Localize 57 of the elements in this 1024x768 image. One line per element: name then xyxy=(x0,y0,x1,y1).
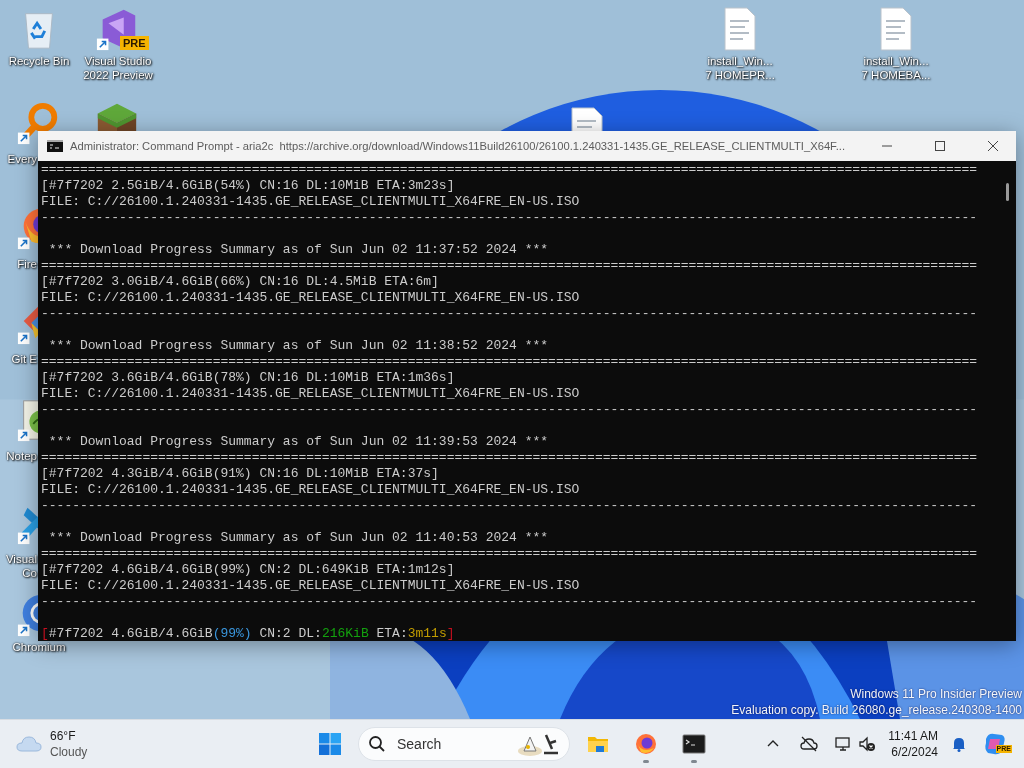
search-icon xyxy=(368,735,386,753)
clock-time[interactable]: 11:41 AM xyxy=(888,728,938,744)
terminal-icon[interactable] xyxy=(682,732,706,756)
console-line: [#7f7202 4.3GiB/4.6GiB(91%) CN:16 DL:10MiB ETA:37s] xyxy=(41,466,440,482)
console-line: ------------------------------------------------------------------------------------------------------------------------ xyxy=(41,594,979,610)
icon-label: Visual Co xyxy=(4,552,37,580)
console-line: FILE: C://26100.1.240331-1435.GE_RELEASE_CLIENTMULTI_X64FRE_EN-US.ISO xyxy=(41,482,581,498)
console-line: ======================================================================================================================== xyxy=(41,162,979,178)
preview-badge: PRE xyxy=(120,36,149,50)
scrollbar-thumb[interactable] xyxy=(1006,183,1009,201)
window-title: Administrator: Command Prompt - aria2c https://archive.org/download/Windows11Build26100/26100.1.240331-1435.GE_RELEASE_CLIENTMULTI_X64F... xyxy=(70,139,846,153)
cloud-off-icon[interactable] xyxy=(800,735,819,753)
monitor-icon[interactable] xyxy=(834,735,853,753)
console-line: ------------------------------------------------------------------------------------------------------------------------ xyxy=(41,498,979,514)
close-icon[interactable] xyxy=(987,140,999,152)
console-line: ======================================================================================================================== xyxy=(41,450,979,466)
icon-label: Fire xyxy=(16,257,37,271)
icon-label: Visual Studio 2022 Preview xyxy=(83,54,153,82)
console-line: ------------------------------------------------------------------------------------------------------------------------ xyxy=(41,210,979,226)
weather-condition: Cloudy xyxy=(50,744,88,760)
watermark-text: Evaluation copy. Build 26080.ge_release.240308-1400 xyxy=(731,702,1022,718)
console-line: FILE: C://26100.1.240331-1435.GE_RELEASE_CLIENTMULTI_X64FRE_EN-US.ISO xyxy=(41,194,581,210)
icon-label: Git E xyxy=(10,352,37,366)
icon-label: Recycle Bin xyxy=(8,54,70,68)
icon-label: Chromium xyxy=(12,640,66,654)
console-line: ------------------------------------------------------------------------------------------------------------------------ xyxy=(41,306,979,322)
clock-date[interactable]: 6/2/2024 xyxy=(891,744,938,760)
console-line: FILE: C://26100.1.240331-1435.GE_RELEASE_CLIENTMULTI_X64FRE_EN-US.ISO xyxy=(41,386,581,402)
console-line: [#7f7202 3.0GiB/4.6GiB(66%) CN:16 DL:4.5MiB ETA:6m] xyxy=(41,274,440,290)
browser-icon[interactable] xyxy=(634,732,658,756)
console-line: [#7f7202 2.5GiB/4.6GiB(54%) CN:16 DL:10MiB ETA:3m23s] xyxy=(41,178,456,194)
start-icon[interactable] xyxy=(318,732,342,756)
console-line: *** Download Progress Summary as of Sun Jun 02 11:40:53 2024 *** xyxy=(47,530,550,546)
console-line: FILE: C://26100.1.240331-1435.GE_RELEASE_CLIENTMULTI_X64FRE_EN-US.ISO xyxy=(41,578,581,594)
console-line: [#7f7202 4.6GiB/4.6GiB(99%) CN:2 DL:216KiB ETA:3m11s] xyxy=(41,626,456,642)
console-line: ======================================================================================================================== xyxy=(41,546,979,562)
console-line: ------------------------------------------------------------------------------------------------------------------------ xyxy=(41,402,979,418)
temperature-text: 66°F xyxy=(50,728,77,744)
maximize-icon[interactable] xyxy=(934,140,946,152)
search-field[interactable]: Search xyxy=(358,727,570,761)
watermark-text: Windows 11 Pro Insider Preview xyxy=(850,686,1022,702)
icon-label: Notep xyxy=(5,449,37,463)
console-line: ======================================================================================================================== xyxy=(41,258,979,274)
document-icon xyxy=(724,6,756,52)
icon-label: Every xyxy=(6,152,37,166)
console-line: ======================================================================================================================== xyxy=(41,354,979,370)
console-line: [#7f7202 4.6GiB/4.6GiB(99%) CN:2 DL:649KiB ETA:1m12s] xyxy=(41,562,456,578)
icon-label: install_Win... 7 HOMEBA... xyxy=(861,54,931,82)
terminal-icon xyxy=(47,140,63,152)
console-line: *** Download Progress Summary as of Sun Jun 02 11:37:52 2024 *** xyxy=(47,242,550,258)
console-line: *** Download Progress Summary as of Sun Jun 02 11:38:52 2024 *** xyxy=(47,338,550,354)
console-line: FILE: C://26100.1.240331-1435.GE_RELEASE_CLIENTMULTI_X64FRE_EN-US.ISO xyxy=(41,290,581,306)
volume-muted-icon[interactable] xyxy=(858,735,877,753)
console-line: *** Download Progress Summary as of Sun Jun 02 11:39:53 2024 *** xyxy=(47,434,550,450)
document-icon xyxy=(880,6,912,52)
console-line: [#7f7202 3.6GiB/4.6GiB(78%) CN:16 DL:10MiB ETA:1m36s] xyxy=(41,370,456,386)
icon-label: install_Win... 7 HOMEPR... xyxy=(705,54,775,82)
